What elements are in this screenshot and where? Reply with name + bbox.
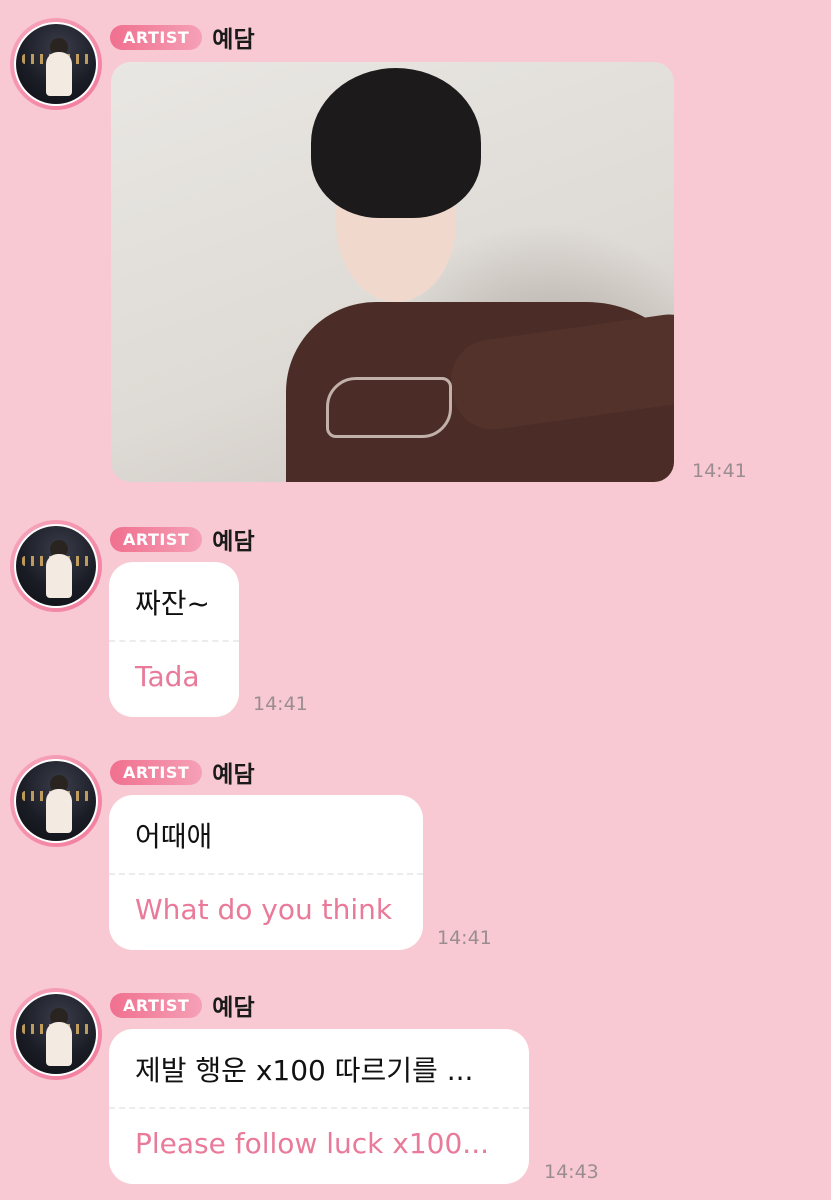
message-time: 14:43: [544, 1161, 599, 1183]
bubble-divider: [109, 640, 239, 642]
message-time: 14:41: [253, 693, 308, 715]
sender-name[interactable]: 예담: [212, 20, 254, 54]
artist-badge: ARTIST: [110, 24, 203, 50]
message-time: 14:41: [437, 927, 492, 949]
message-header: ARTIST 예담: [110, 755, 255, 789]
message-bubble[interactable]: 제발 행운 x100 따르기를 ... Please follow luck x…: [109, 1029, 529, 1184]
artist-badge: ARTIST: [110, 759, 203, 785]
korean-text: 제발 행운 x100 따르기를 ...: [135, 1054, 474, 1087]
message-bubble[interactable]: 어때애 What do you think: [109, 795, 423, 950]
chat-message-2: ARTIST 예담 어때애 What do you think 14:41: [0, 740, 831, 960]
artist-avatar[interactable]: [10, 520, 102, 612]
message-header: ARTIST 예담: [110, 988, 255, 1022]
sender-name[interactable]: 예담: [212, 755, 254, 789]
message-bubble[interactable]: 짜잔~ Tada: [109, 562, 239, 717]
translation-text: What do you think: [135, 893, 393, 926]
chat-message-3: ARTIST 예담 제발 행운 x100 따르기를 ... Please fol…: [0, 975, 831, 1200]
chat-message-photo: ARTIST 예담 14:41: [0, 0, 831, 500]
artist-avatar[interactable]: [10, 988, 102, 1080]
bubble-divider: [109, 1107, 529, 1109]
message-time: 14:41: [692, 460, 747, 482]
korean-text: 짜잔~: [135, 587, 210, 620]
artist-avatar[interactable]: [10, 18, 102, 110]
sender-name[interactable]: 예담: [212, 522, 254, 556]
chat-message-1: ARTIST 예담 짜잔~ Tada 14:41: [0, 505, 831, 725]
translation-text: Tada: [135, 660, 200, 693]
artist-avatar[interactable]: [10, 755, 102, 847]
bubble-divider: [109, 873, 423, 875]
translation-text: Please follow luck x100...: [135, 1127, 489, 1160]
message-header: ARTIST 예담: [110, 522, 255, 556]
sender-name[interactable]: 예담: [212, 988, 254, 1022]
message-header: ARTIST 예담: [110, 20, 255, 54]
selfie-photo[interactable]: [111, 62, 674, 482]
artist-badge: ARTIST: [110, 526, 203, 552]
korean-text: 어때애: [135, 820, 213, 853]
artist-badge: ARTIST: [110, 992, 203, 1018]
